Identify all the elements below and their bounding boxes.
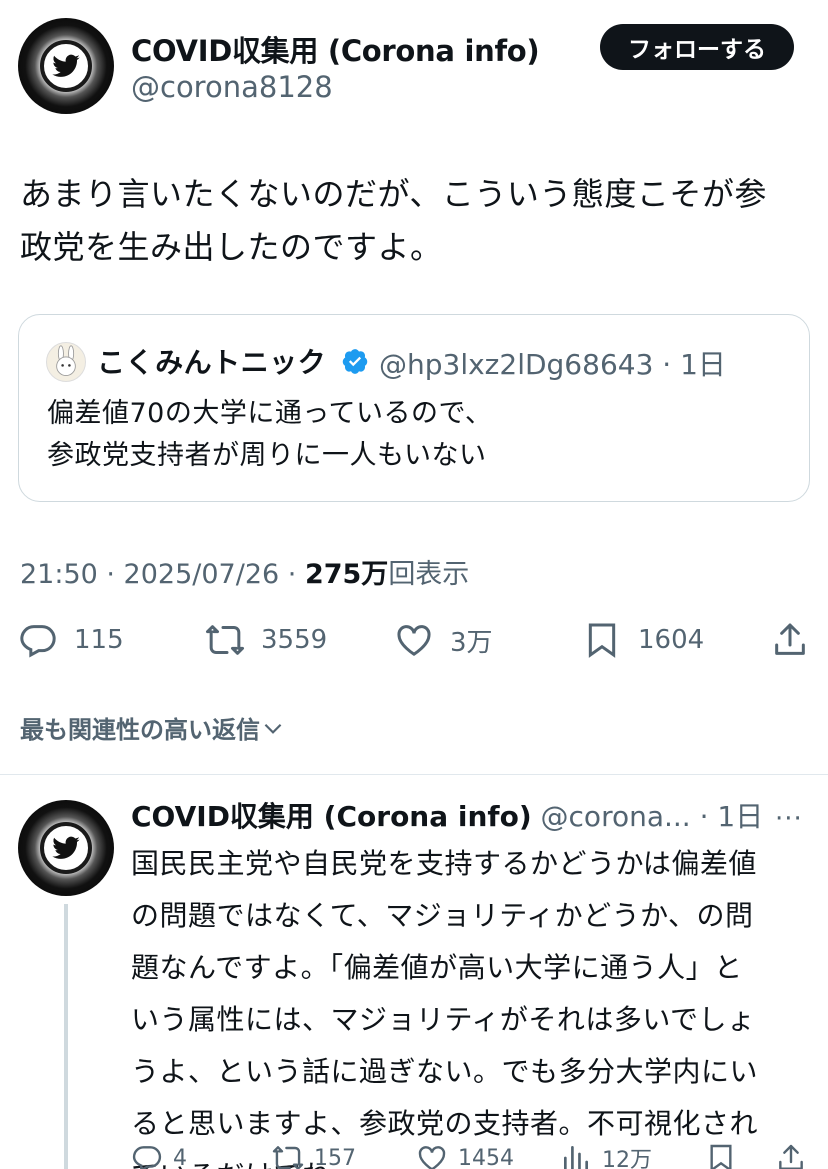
reply-like-button[interactable]: 1454	[416, 1142, 514, 1169]
reply-reply-button[interactable]: 4	[131, 1142, 187, 1169]
author-name[interactable]: COVID収集用 (Corona info)	[131, 28, 540, 70]
reply-text-line: 国民民主党や自民党を支持するかどうかは偏差値	[131, 847, 757, 880]
share-button[interactable]	[770, 620, 810, 660]
reply-like-count: 1454	[458, 1145, 514, 1169]
quote-author-name[interactable]: こくみんトニック	[97, 341, 326, 381]
views-icon	[564, 1146, 588, 1169]
more-icon[interactable]: ···	[775, 804, 803, 834]
twitter-bird-icon	[40, 822, 92, 874]
reply-author-avatar[interactable]	[18, 800, 114, 896]
quote-text-line: 参政党支持者が周りに一人もいない	[47, 440, 487, 471]
retweet-button[interactable]: 3559	[205, 620, 327, 660]
verified-badge-icon	[342, 349, 368, 374]
tweet-meta: 21:50 · 2025/07/26 · 275万回表示	[20, 552, 469, 591]
reply-header: COVID収集用 (Corona info) @corona... · 1日	[131, 795, 763, 835]
reply-handle-time[interactable]: @corona... · 1日	[532, 800, 764, 833]
reply-text-line: の問題ではなくて、マジョリティかどうか、の問	[131, 899, 754, 932]
tweet-text: あまり言いたくないのだが、こういう態度こそが参 政党を生み出したのですよ。	[20, 168, 810, 274]
author-avatar[interactable]	[18, 18, 114, 114]
follow-button[interactable]: フォローする	[600, 24, 794, 70]
tweet-text-line: あまり言いたくないのだが、こういう態度こそが参	[20, 175, 767, 213]
share-icon	[779, 1144, 803, 1169]
reply-author-name[interactable]: COVID収集用 (Corona info)	[131, 800, 532, 833]
quote-text-line: 偏差値70の大学に通っているので、	[47, 398, 493, 429]
replies-sort-label: 最も関連性の高い返信	[20, 716, 260, 744]
author-handle[interactable]: @corona8128	[131, 70, 333, 104]
reply-reply-count: 4	[173, 1145, 187, 1169]
reply-count: 115	[74, 625, 124, 655]
reply-button[interactable]: 115	[18, 620, 124, 660]
bookmark-icon	[588, 623, 616, 658]
rabbit-avatar-icon	[56, 345, 76, 377]
reply-views-count: 12万	[602, 1148, 652, 1169]
reply-share-button[interactable]	[775, 1142, 807, 1169]
tweet-text-line: 政党を生み出したのですよ。	[20, 228, 443, 266]
twitter-bird-icon	[40, 40, 92, 92]
reply-text-line: いう属性には、マジョリティがそれは多いでしょ	[131, 1003, 756, 1036]
quote-text: 偏差値70の大学に通っているので、 参政党支持者が周りに一人もいない	[47, 393, 787, 477]
retweet-count: 3559	[261, 625, 328, 655]
reply-bookmark-button[interactable]	[705, 1142, 737, 1169]
reply-text: 国民民主党や自民党を支持するかどうかは偏差値 の問題ではなくて、マジョリティかど…	[131, 838, 803, 1169]
reply-retweet-button[interactable]: 157	[272, 1142, 356, 1169]
reply-icon	[20, 625, 56, 658]
like-count: 3万	[450, 627, 493, 658]
divider	[0, 774, 828, 775]
retweet-icon	[206, 625, 244, 655]
bookmark-icon	[710, 1144, 732, 1169]
view-count-label: 回表示	[388, 559, 470, 590]
reply-retweet-count: 157	[314, 1145, 356, 1169]
reply-views-button[interactable]: 12万	[560, 1142, 652, 1169]
reply-text-line: 題なんですよ。「偏差値が高い大学に通う人」と	[131, 951, 743, 984]
tweet-timestamp[interactable]: 21:50 · 2025/07/26 ·	[20, 559, 305, 590]
quote-handle-time[interactable]: @hp3lxz2lDg68643 · 1日	[379, 343, 726, 383]
reply-text-line: うよ、という話に過ぎない。でも多分大学内にい	[131, 1055, 759, 1088]
like-icon	[397, 625, 431, 656]
replies-sort-dropdown[interactable]: 最も関連性の高い返信	[20, 710, 286, 745]
chevron-down-icon	[264, 723, 282, 734]
like-icon	[418, 1146, 446, 1169]
quoted-tweet-card[interactable]: こくみんトニック @hp3lxz2lDg68643 · 1日 偏差値70の大学に…	[18, 314, 810, 502]
reply-icon	[132, 1146, 162, 1169]
quote-avatar[interactable]	[46, 342, 86, 382]
bookmark-count: 1604	[638, 625, 705, 655]
view-count: 275万	[304, 559, 389, 590]
bookmark-button[interactable]: 1604	[582, 620, 704, 660]
thread-line	[64, 904, 68, 1169]
share-icon	[775, 623, 805, 655]
like-button[interactable]: 3万	[394, 620, 493, 660]
retweet-icon	[272, 1146, 304, 1169]
